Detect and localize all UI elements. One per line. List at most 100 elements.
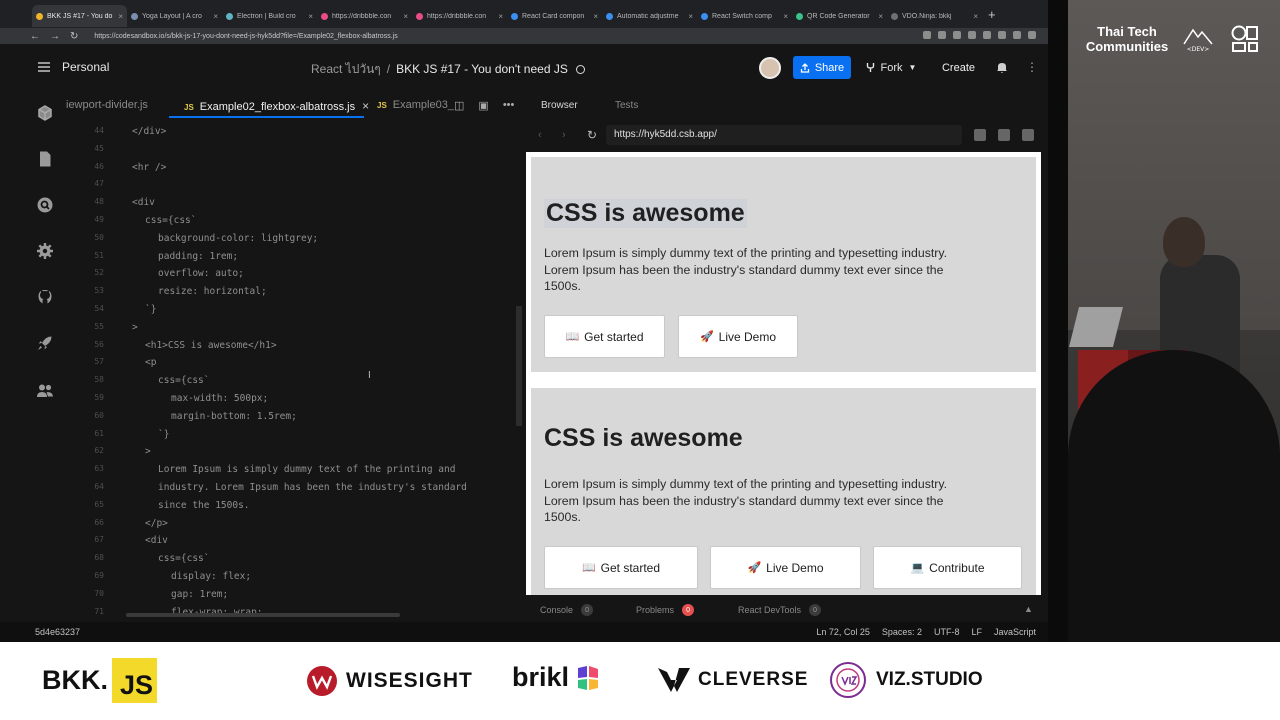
extension-icon[interactable] [968, 31, 976, 39]
problems-tab[interactable]: Problems 0 [636, 604, 695, 616]
preview-frame: CSS is awesome Lorem Ipsum is simply dum… [526, 152, 1041, 595]
language-mode[interactable]: JavaScript [994, 627, 1036, 637]
open-new-window-icon[interactable] [998, 129, 1010, 141]
file-icon[interactable] [36, 150, 54, 168]
line-ending[interactable]: LF [971, 627, 982, 637]
tab-viewport-divider[interactable]: iewport-divider.js [66, 99, 148, 111]
close-tab-icon[interactable]: × [308, 12, 313, 21]
address-url[interactable]: https://codesandbox.io/s/bkk-js-17-you-d… [94, 33, 397, 40]
avatar[interactable] [759, 57, 781, 79]
browser-tab[interactable]: Electron | Build cro × [222, 5, 317, 27]
project-title[interactable]: BKK JS #17 - You don't need JS [396, 62, 568, 76]
browser-tab[interactable]: Automatic adjustme × [602, 5, 697, 27]
github-icon[interactable] [36, 288, 54, 306]
live-users-icon[interactable] [36, 382, 54, 400]
sandbox-icon[interactable] [36, 104, 54, 122]
close-tab-icon[interactable]: × [783, 12, 788, 21]
close-tab-icon[interactable]: × [973, 12, 978, 21]
tab-example03[interactable]: JS Example03_ [377, 99, 454, 111]
refresh-icon[interactable]: ↻ [587, 128, 597, 142]
browser-tab[interactable]: BKK JS #17 - You do × [32, 5, 127, 27]
console-tab[interactable]: Console 0 [540, 604, 594, 616]
commit-hash[interactable]: 5d4e63237 [35, 627, 80, 637]
live-demo-button[interactable]: 🚀 Live Demo [710, 546, 861, 589]
menu-icon[interactable] [38, 62, 50, 72]
cleverse-logo: CLEVERSE [657, 666, 808, 694]
favicon-icon [511, 12, 518, 20]
close-tab-icon[interactable]: × [118, 12, 123, 21]
back-icon[interactable]: ← [30, 31, 40, 42]
close-tab-icon[interactable]: × [593, 12, 598, 21]
devtools-bar: Console 0 Problems 0 React DevTools 0 ▲ [526, 598, 1041, 620]
inspect-icon[interactable] [974, 129, 986, 141]
split-editor-icon[interactable]: ◫ [454, 99, 464, 112]
screen-share: BKK JS #17 - You do × Yoga Layout | A cro ×… [0, 0, 1048, 642]
react-devtools-tab[interactable]: React DevTools 0 [738, 604, 822, 616]
responsive-icon[interactable] [1022, 129, 1034, 141]
bell-icon[interactable] [996, 61, 1008, 74]
browser-tab-title: Yoga Layout | A cro [142, 12, 202, 20]
share-button[interactable]: Share [793, 56, 851, 79]
line-number: 66 [94, 517, 104, 527]
browser-tab[interactable]: React Card compon × [507, 5, 602, 27]
live-demo-button[interactable]: 🚀 Live Demo [678, 315, 798, 358]
close-tab-icon[interactable]: × [498, 12, 503, 21]
close-tab-icon[interactable]: × [878, 12, 883, 21]
line-number: 69 [94, 571, 104, 580]
close-icon[interactable]: × [362, 99, 369, 113]
browser-tab[interactable]: QR Code Generator × [792, 5, 887, 27]
browser-tab[interactable]: React Switch comp × [697, 5, 792, 27]
get-started-button[interactable]: 📖 Get started [544, 546, 698, 589]
horizontal-scrollbar[interactable] [126, 613, 400, 617]
more-actions-icon[interactable]: ••• [503, 99, 515, 112]
code-line: 59 max-width: 500px; [66, 393, 526, 411]
preview-url-input[interactable]: https://hyk5dd.csb.app/ [606, 125, 962, 145]
close-tab-icon[interactable]: × [403, 12, 408, 21]
more-menu-icon[interactable]: ⋮ [1026, 60, 1038, 74]
browser-tab[interactable]: https://dribbble.con × [317, 5, 412, 27]
contribute-button[interactable]: 💻 Contribute [873, 546, 1022, 589]
extension-icon[interactable] [983, 31, 991, 39]
forward-icon[interactable]: › [562, 129, 566, 141]
workspace-name[interactable]: Personal [62, 60, 109, 74]
rocket-deploy-icon[interactable] [36, 334, 54, 352]
close-tab-icon[interactable]: × [688, 12, 693, 21]
favicon-icon [416, 12, 423, 20]
folder-name[interactable]: React ไปวันๆ [311, 62, 381, 76]
get-started-button[interactable]: 📖 Get started [544, 315, 665, 358]
extension-icon[interactable] [923, 31, 931, 39]
tab-tests[interactable]: Tests [615, 100, 638, 111]
tab-example02[interactable]: JS Example02_flexbox-albatross.js × [184, 99, 369, 113]
browser-tab[interactable]: Yoga Layout | A cro × [127, 5, 222, 27]
back-icon[interactable]: ‹ [538, 129, 542, 141]
extension-icon[interactable] [938, 31, 946, 39]
reload-icon[interactable]: ↻ [70, 31, 78, 42]
tab-browser[interactable]: Browser [541, 100, 578, 111]
favicon-icon [36, 12, 43, 20]
extension-icon[interactable] [1028, 31, 1036, 39]
cursor-position[interactable]: Ln 72, Col 25 [816, 627, 870, 637]
bkk-js-logo: BKK. JS [42, 657, 158, 703]
line-content: `} [145, 304, 157, 315]
close-tab-icon[interactable]: × [213, 12, 218, 21]
demo-section-2: CSS is awesome Lorem Ipsum is simply dum… [531, 388, 1036, 595]
forward-icon[interactable]: → [50, 31, 60, 42]
vertical-scrollbar[interactable] [516, 306, 522, 426]
fork-button[interactable]: Fork ▼ [860, 56, 922, 79]
gear-icon[interactable] [36, 242, 54, 260]
code-line: 66 </p> [66, 518, 526, 536]
line-number: 47 [94, 179, 104, 189]
extension-icon[interactable] [1013, 31, 1021, 39]
indentation[interactable]: Spaces: 2 [882, 627, 922, 637]
search-icon[interactable] [36, 196, 54, 214]
code-line: 60 margin-bottom: 1.5rem; [66, 411, 526, 429]
new-tab-icon[interactable]: + [988, 7, 996, 22]
chevron-up-icon[interactable]: ▲ [1024, 604, 1033, 614]
browser-tab[interactable]: VDO.Ninja: bkkj × [887, 5, 982, 27]
extension-icon[interactable] [998, 31, 1006, 39]
create-button[interactable]: Create [936, 56, 981, 79]
encoding[interactable]: UTF-8 [934, 627, 960, 637]
browser-tab[interactable]: https://dribbble.con × [412, 5, 507, 27]
extension-icon[interactable] [953, 31, 961, 39]
preview-icon[interactable]: ▣ [478, 99, 488, 112]
